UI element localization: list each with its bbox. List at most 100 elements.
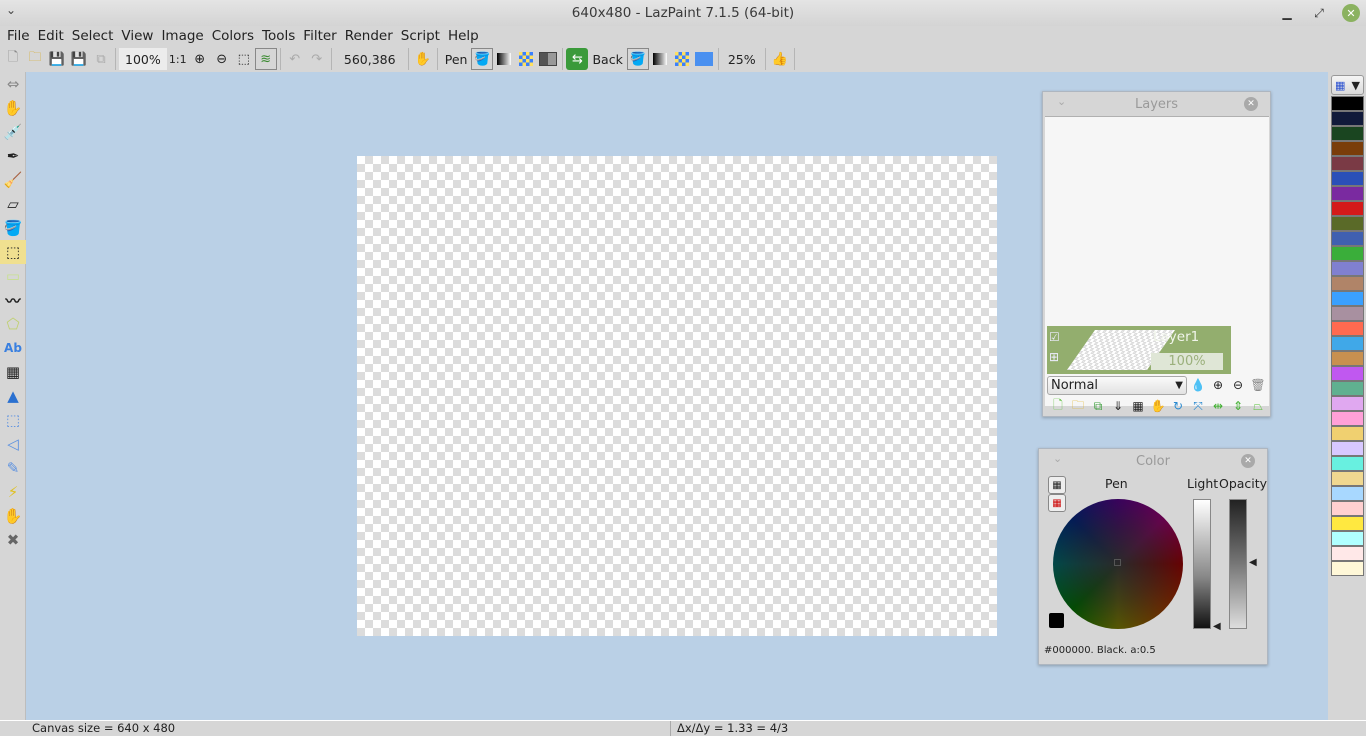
perspective-icon[interactable]: ⏢ bbox=[1249, 397, 1267, 415]
magic-wand-icon[interactable]: ⚡ bbox=[0, 480, 26, 504]
palette-swatch[interactable] bbox=[1331, 426, 1364, 441]
pen-icon[interactable]: ✒ bbox=[0, 144, 26, 168]
layers-panel-header[interactable]: ⌄ Layers ✕ bbox=[1043, 92, 1270, 116]
pen-fill-icon[interactable]: 🪣 bbox=[471, 48, 494, 70]
rasterize-icon[interactable]: ▦ bbox=[1129, 397, 1147, 415]
copy-icon[interactable]: ⧉ bbox=[90, 48, 112, 70]
palette-swatch[interactable] bbox=[1331, 276, 1364, 291]
zoom-layer-icon[interactable]: ⤧ bbox=[1189, 397, 1207, 415]
menu-image[interactable]: Image bbox=[157, 28, 207, 44]
select-pen-icon[interactable]: ✎ bbox=[0, 456, 26, 480]
flood-fill-icon[interactable]: 🪣 bbox=[0, 216, 26, 240]
collapse-icon[interactable]: ⌄ bbox=[1053, 452, 1062, 465]
zoom-value[interactable]: 100% bbox=[119, 48, 167, 70]
move-layer-icon[interactable]: ✋ bbox=[1149, 397, 1167, 415]
image-canvas[interactable] bbox=[357, 156, 997, 636]
palette-swatch[interactable] bbox=[1331, 156, 1364, 171]
palette-swatch[interactable] bbox=[1331, 366, 1364, 381]
color-wheel-cursor[interactable] bbox=[1114, 559, 1121, 566]
palette-swatch[interactable] bbox=[1331, 456, 1364, 471]
palette-swatch[interactable] bbox=[1331, 186, 1364, 201]
hand-icon[interactable]: ✋ bbox=[412, 48, 434, 70]
palette-swatch[interactable] bbox=[1331, 351, 1364, 366]
texture-icon[interactable] bbox=[515, 48, 537, 70]
palette-menu-button[interactable]: ▦ ▼ bbox=[1331, 75, 1364, 95]
maximize-icon[interactable]: ⤢ bbox=[1310, 4, 1328, 22]
menu-render[interactable]: Render bbox=[341, 28, 397, 44]
save-icon[interactable]: 💾 bbox=[46, 48, 68, 70]
open-folder-icon[interactable]: 🗀 bbox=[24, 48, 46, 70]
close-icon[interactable]: ✕ bbox=[1241, 454, 1255, 468]
palette-swatch[interactable] bbox=[1331, 396, 1364, 411]
layer-grid-icon[interactable]: ⊞ bbox=[1049, 350, 1059, 364]
palette-swatch[interactable] bbox=[1331, 261, 1364, 276]
text-icon[interactable]: Ab bbox=[0, 336, 26, 360]
eraser-icon[interactable]: ▱ bbox=[0, 192, 26, 216]
palette-swatch[interactable] bbox=[1331, 246, 1364, 261]
add-layer-icon[interactable]: 🗋 bbox=[1049, 397, 1067, 415]
color-picker-icon[interactable]: 💉 bbox=[0, 120, 26, 144]
minimize-icon[interactable]: ▁ bbox=[1278, 4, 1296, 22]
palette-swatch[interactable] bbox=[1331, 531, 1364, 546]
palette-swatch[interactable] bbox=[1331, 381, 1364, 396]
palette-swatch[interactable] bbox=[1331, 216, 1364, 231]
window-menu-icon[interactable]: ⌄ bbox=[6, 3, 16, 17]
palette-swatch[interactable] bbox=[1331, 561, 1364, 576]
menu-select[interactable]: Select bbox=[68, 28, 118, 44]
palette-swatch[interactable] bbox=[1331, 501, 1364, 516]
palette-swatch[interactable] bbox=[1331, 336, 1364, 351]
select-poly-icon[interactable]: ◁ bbox=[0, 432, 26, 456]
rotate-layer-icon[interactable]: ↻ bbox=[1169, 397, 1187, 415]
palette-swatch[interactable] bbox=[1331, 201, 1364, 216]
swap-colors-icon[interactable]: ⇆ bbox=[566, 48, 589, 70]
lightness-slider[interactable] bbox=[1193, 499, 1211, 629]
polygon-icon[interactable]: ⬠ bbox=[0, 312, 26, 336]
palette-swatch[interactable] bbox=[1331, 441, 1364, 456]
hand-icon[interactable]: ✋ bbox=[0, 96, 26, 120]
gradient-fill-icon[interactable]: ▲ bbox=[0, 384, 26, 408]
select-rect-icon[interactable]: ⬚ bbox=[0, 408, 26, 432]
layer-opacity-icon[interactable]: 💧 bbox=[1189, 376, 1207, 394]
gradient-icon[interactable] bbox=[493, 48, 515, 70]
palette-swatch[interactable] bbox=[1331, 471, 1364, 486]
redo-icon[interactable]: ↷ bbox=[306, 48, 328, 70]
palette-swatch[interactable] bbox=[1331, 111, 1364, 126]
zoom-in-icon[interactable]: ⊕ bbox=[189, 48, 211, 70]
palette-swatch[interactable] bbox=[1331, 96, 1364, 111]
layers-icon[interactable]: ≋ bbox=[254, 48, 277, 70]
back-fill-icon[interactable]: 🪣 bbox=[626, 48, 649, 70]
zoom-layer-in-icon[interactable]: ⊕ bbox=[1209, 376, 1227, 394]
palette-swatch[interactable] bbox=[1331, 411, 1364, 426]
zoom-fit-icon[interactable]: ⬚ bbox=[233, 48, 255, 70]
menu-file[interactable]: File bbox=[3, 28, 34, 44]
palette-swatch[interactable] bbox=[1331, 171, 1364, 186]
flip-h-icon[interactable]: ⇹ bbox=[1209, 397, 1227, 415]
save-as-icon[interactable]: 💾 bbox=[68, 48, 90, 70]
back-gradient-icon[interactable] bbox=[649, 48, 671, 70]
move-view-icon[interactable]: ⇔ bbox=[0, 72, 26, 96]
zoom-out-icon[interactable]: ⊖ bbox=[211, 48, 233, 70]
menu-script[interactable]: Script bbox=[397, 28, 444, 44]
back-color-icon[interactable] bbox=[693, 48, 715, 70]
brush-icon[interactable]: 🧹 bbox=[0, 168, 26, 192]
opacity-handle-icon[interactable]: ◀ bbox=[1249, 557, 1257, 568]
back-texture-icon[interactable] bbox=[671, 48, 693, 70]
opacity-slider[interactable] bbox=[1229, 499, 1247, 629]
palette-swatch[interactable] bbox=[1331, 141, 1364, 156]
menu-edit[interactable]: Edit bbox=[34, 28, 68, 44]
color-panel-header[interactable]: ⌄ Color ✕ bbox=[1039, 449, 1267, 473]
duplicate-layer-icon[interactable]: ⧉ bbox=[1089, 397, 1107, 415]
menu-filter[interactable]: Filter bbox=[299, 28, 340, 44]
palette-swatch[interactable] bbox=[1331, 516, 1364, 531]
palette-swatch[interactable] bbox=[1331, 321, 1364, 336]
remove-color-icon[interactable]: ▦ bbox=[1048, 494, 1066, 512]
layer-item[interactable]: ☑ ⊞ Layer1 100% bbox=[1047, 326, 1231, 374]
palette-swatch[interactable] bbox=[1331, 546, 1364, 561]
visibility-checkbox-icon[interactable]: ☑ bbox=[1049, 330, 1060, 344]
lightness-handle-icon[interactable]: ◀ bbox=[1213, 621, 1221, 632]
polyline-icon[interactable]: 〰 bbox=[0, 288, 26, 312]
rectangle-icon[interactable]: ▭ bbox=[0, 264, 26, 288]
undo-icon[interactable]: ↶ bbox=[284, 48, 306, 70]
palette-swatch[interactable] bbox=[1331, 126, 1364, 141]
menu-help[interactable]: Help bbox=[444, 28, 483, 44]
